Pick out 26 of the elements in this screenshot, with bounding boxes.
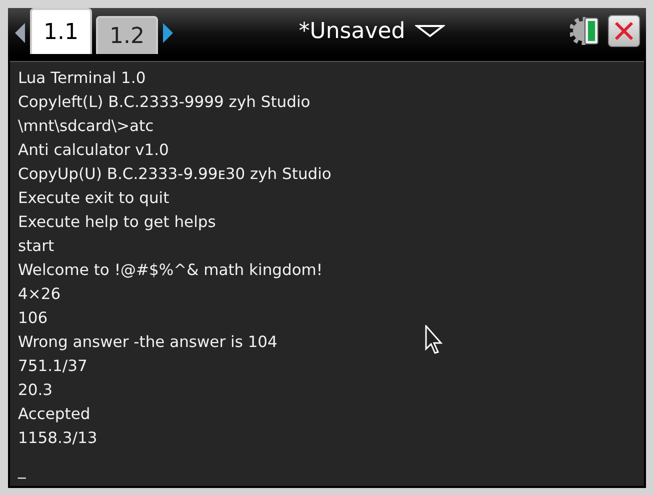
terminal-line: 106	[18, 308, 48, 329]
terminal-line: Lua Terminal 1.0	[18, 68, 146, 89]
right-arrow-icon[interactable]	[162, 22, 174, 44]
terminal-line: 20.3	[18, 380, 53, 401]
terminal-line: Wrong answer -the answer is 104	[18, 332, 278, 353]
terminal-line: Copyleft(L) B.C.2333-9999 zyh Studio	[18, 92, 310, 113]
terminal-line: \mnt\sdcard\>atc	[18, 116, 154, 137]
left-arrow-icon[interactable]	[14, 22, 26, 44]
document-title: *Unsaved	[298, 18, 406, 44]
mouse-pointer-icon	[425, 325, 445, 355]
terminal-line: 751.1/37	[18, 356, 88, 377]
page-tab[interactable]: 1.2	[96, 16, 158, 54]
terminal-line: Accepted	[18, 404, 90, 425]
terminal-line: Execute exit to quit	[18, 188, 170, 209]
terminal-line: Welcome to !@#$%^& math kingdom!	[18, 260, 323, 281]
terminal-line: CopyUp(U) B.C.2333-9.99ᴇ30 zyh Studio	[18, 164, 332, 185]
terminal-line: Anti calculator v1.0	[18, 140, 169, 161]
close-button[interactable]	[608, 15, 640, 47]
close-icon	[613, 20, 635, 42]
page-tab[interactable]: 1.1	[30, 8, 92, 54]
terminal-line: 1158.3/13	[18, 428, 98, 449]
terminal-line: start	[18, 236, 54, 257]
text-cursor: _	[18, 460, 26, 481]
dropdown-icon[interactable]	[415, 24, 446, 38]
terminal-line: 4×26	[18, 284, 61, 305]
terminal-line: Execute help to get helps	[18, 212, 216, 233]
